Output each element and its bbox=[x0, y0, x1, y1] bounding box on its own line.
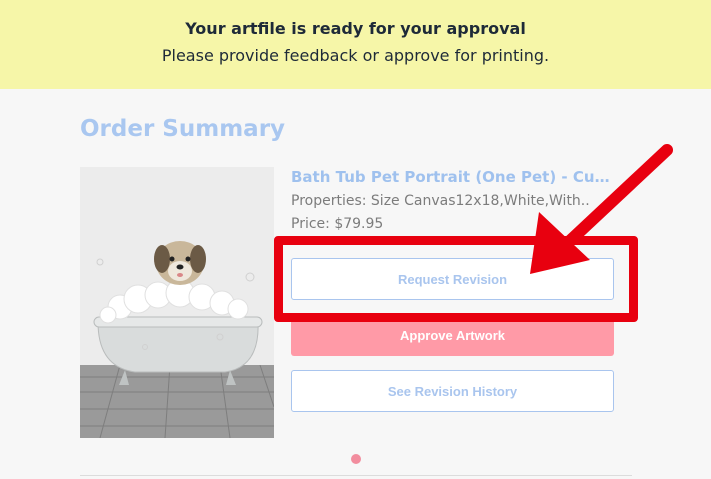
see-revision-history-button[interactable]: See Revision History bbox=[291, 370, 614, 412]
product-properties: Properties: Size Canvas12x18,White,With.… bbox=[291, 193, 591, 209]
annotation-highlight-box bbox=[274, 236, 638, 322]
product-name-link[interactable]: Bath Tub Pet Portrait (One Pet) - Custom… bbox=[291, 168, 613, 186]
product-image bbox=[80, 167, 274, 438]
approval-banner: Your artfile is ready for your approval … bbox=[0, 0, 711, 89]
product-price: Price: $79.95 bbox=[291, 216, 384, 232]
carousel-dot[interactable] bbox=[351, 454, 361, 464]
pet-in-bathtub-image bbox=[80, 167, 274, 438]
banner-title: Your artfile is ready for your approval bbox=[185, 19, 526, 38]
banner-subtitle: Please provide feedback or approve for p… bbox=[161, 46, 550, 65]
order-summary-heading: Order Summary bbox=[80, 116, 286, 142]
divider bbox=[80, 475, 632, 476]
